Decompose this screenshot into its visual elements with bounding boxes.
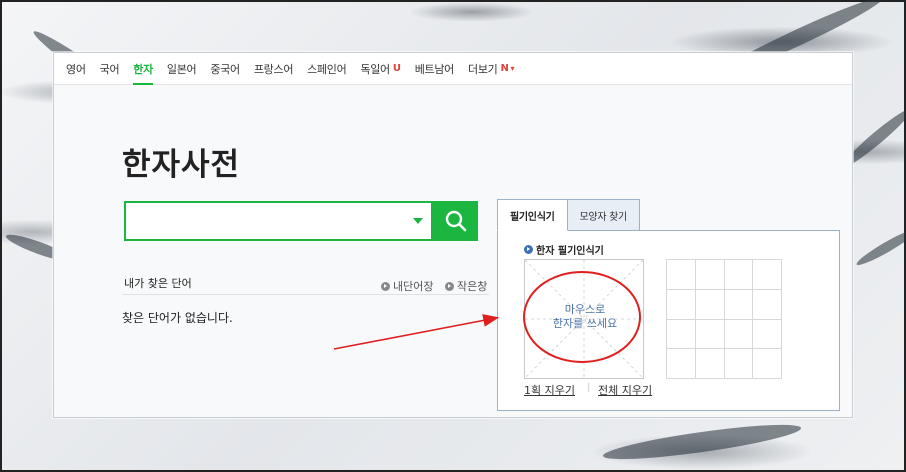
candidate-cell[interactable] <box>667 260 696 290</box>
candidate-cell[interactable] <box>753 319 782 350</box>
nav-label: 영어 <box>66 62 86 76</box>
nav-label: 더보기 <box>468 62 498 76</box>
candidate-cell[interactable] <box>695 349 725 379</box>
nav-label: 독일어 <box>360 62 390 76</box>
clear-stroke-link[interactable]: 1획 지우기 <box>524 382 575 398</box>
nav-label: 한자 <box>133 62 153 76</box>
tab-shape-search[interactable]: 모양자 찾기 <box>566 199 640 231</box>
brush-stroke-decoration <box>601 418 803 466</box>
nav-label: 일본어 <box>166 62 197 76</box>
nav-item-german[interactable]: 독일어 U <box>360 53 401 85</box>
small-window-link[interactable]: 작은창 <box>445 278 487 294</box>
search-button[interactable] <box>433 201 478 241</box>
search-box <box>124 201 433 241</box>
panel-title: 한자 필기인식기 <box>524 242 604 257</box>
nav-item-japanese[interactable]: 일본어 <box>166 53 197 85</box>
candidate-cell[interactable] <box>724 260 754 290</box>
magnifier-icon <box>445 210 466 232</box>
small-window-label: 작은창 <box>457 280 488 293</box>
history-title: 내가 찾은 단어 <box>124 277 192 290</box>
hint-line: 한자를 쓰세요 <box>552 317 618 330</box>
candidate-cell[interactable] <box>667 349 696 379</box>
candidate-cell[interactable] <box>724 349 754 379</box>
nav-item-hanja[interactable]: 한자 <box>133 53 153 85</box>
page-title: 한자사전 <box>122 147 241 183</box>
nav-label: 프랑스어 <box>253 62 294 76</box>
clear-all-link[interactable]: 전체 지우기 <box>598 382 652 398</box>
candidate-cell[interactable] <box>667 319 696 350</box>
nav-item-more[interactable]: 더보기 N ▾ <box>468 53 515 85</box>
update-badge: U <box>392 63 401 74</box>
candidate-cell[interactable] <box>753 349 782 379</box>
new-badge: N <box>500 63 509 74</box>
handwriting-canvas[interactable]: 마우스로 한자를 쓰세요 <box>524 259 644 379</box>
recognizer-tabs: 필기인식기 모양자 찾기 <box>497 199 640 231</box>
candidate-cell[interactable] <box>724 289 754 320</box>
candidate-cell[interactable] <box>753 260 782 290</box>
draw-hint: 마우스로 한자를 쓰세요 <box>525 303 645 331</box>
candidate-cell[interactable] <box>695 260 725 290</box>
brush-stroke-decoration <box>854 225 906 269</box>
handwriting-panel: 한자 필기인식기 마우스로 한자를 쓰세요 1획 지우기 | 전체 지우기 <box>497 230 840 411</box>
candidate-grid <box>666 259 782 379</box>
candidate-cell[interactable] <box>753 289 782 320</box>
nav-item-english[interactable]: 영어 <box>66 53 86 85</box>
my-wordbook-link[interactable]: 내단어장 <box>381 278 433 294</box>
divider <box>122 294 489 295</box>
circle-arrow-icon <box>524 245 533 254</box>
panel-title-label: 한자 필기인식기 <box>536 246 604 257</box>
empty-history-message: 찾은 단어가 없습니다. <box>122 311 233 325</box>
search-input[interactable] <box>126 203 406 239</box>
candidate-cell[interactable] <box>724 319 754 350</box>
nav-item-vietnamese[interactable]: 베트남어 <box>414 53 455 85</box>
nav-label: 베트남어 <box>414 62 455 76</box>
nav-item-spanish[interactable]: 스페인어 <box>307 53 347 85</box>
language-nav: 영어 국어 한자 일본어 중국어 프랑스어 스페인어 독일어 U 베트남어 더보기… <box>54 53 852 85</box>
candidate-cell[interactable] <box>695 319 725 350</box>
candidate-cell[interactable] <box>667 289 696 320</box>
nav-item-chinese[interactable]: 중국어 <box>210 53 240 85</box>
circle-arrow-icon <box>445 281 454 291</box>
chevron-down-icon: ▾ <box>510 64 515 73</box>
triangle-down-icon[interactable] <box>413 218 423 224</box>
hint-line: 마우스로 <box>564 303 606 316</box>
my-wordbook-label: 내단어장 <box>393 280 434 293</box>
nav-label: 국어 <box>99 62 120 76</box>
candidate-cell[interactable] <box>695 289 725 320</box>
tab-label: 모양자 찾기 <box>579 212 628 223</box>
tab-handwriting[interactable]: 필기인식기 <box>497 199 568 231</box>
link-separator: | <box>587 382 591 393</box>
nav-item-french[interactable]: 프랑스어 <box>253 53 294 85</box>
nav-label: 스페인어 <box>307 62 347 76</box>
nav-label: 중국어 <box>210 62 240 76</box>
dictionary-window: 영어 국어 한자 일본어 중국어 프랑스어 스페인어 독일어 U 베트남어 더보기… <box>53 52 853 418</box>
circle-arrow-icon <box>381 281 390 291</box>
tab-label: 필기인식기 <box>510 211 555 223</box>
nav-item-korean[interactable]: 국어 <box>100 53 120 85</box>
